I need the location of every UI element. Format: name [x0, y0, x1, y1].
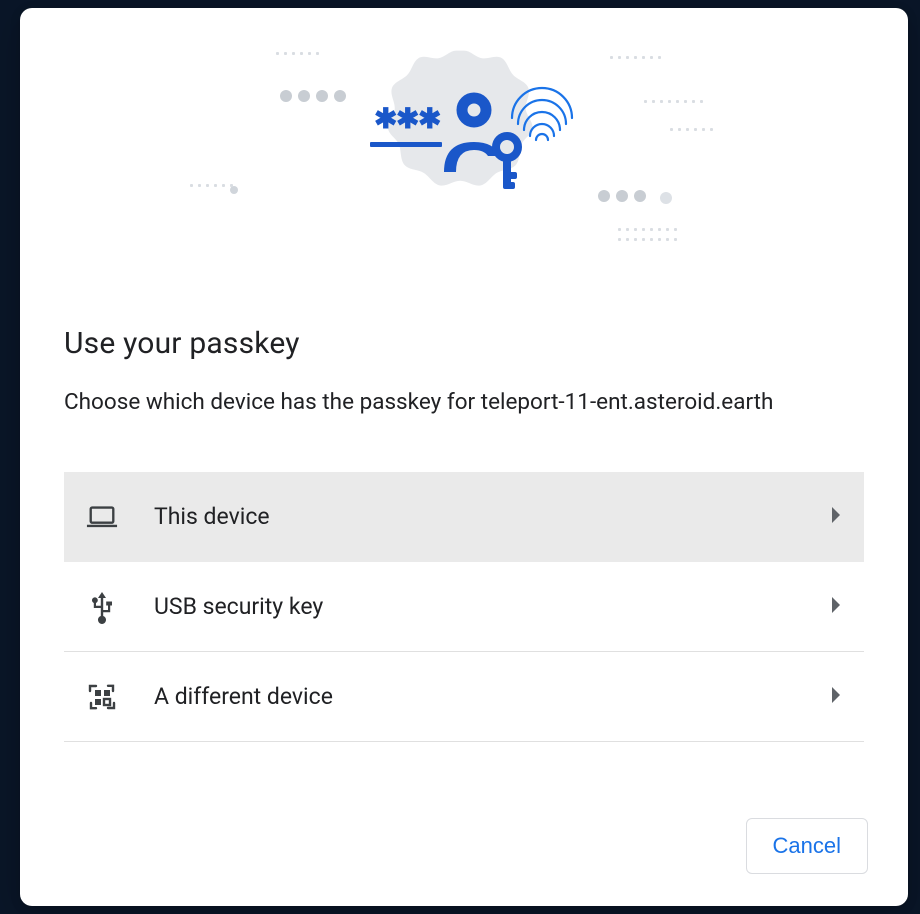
decorative-dashes — [190, 184, 233, 187]
svg-text:✱: ✱ — [374, 103, 397, 134]
decorative-dashes — [670, 128, 713, 131]
dialog-title: Use your passkey — [64, 326, 864, 361]
svg-text:✱: ✱ — [418, 103, 441, 134]
usb-icon — [86, 591, 118, 623]
decorative-dashes — [276, 52, 319, 55]
svg-text:✱: ✱ — [396, 103, 419, 134]
option-label: This device — [154, 503, 794, 530]
dialog-content: Use your passkey Choose which device has… — [20, 268, 908, 790]
laptop-icon — [86, 501, 118, 533]
decorative-dots — [230, 186, 238, 194]
dialog-footer: Cancel — [20, 790, 908, 906]
decorative-dashes — [618, 228, 677, 231]
chevron-right-icon — [830, 506, 842, 528]
passkey-icon: ✱ ✱ ✱ — [344, 58, 584, 218]
decorative-dashes — [644, 100, 703, 103]
device-option-list: This device USB security key — [64, 472, 864, 742]
option-usb-key[interactable]: USB security key — [64, 562, 864, 652]
chevron-right-icon — [830, 596, 842, 618]
decorative-dashes — [610, 56, 661, 59]
dialog-subtitle: Choose which device has the passkey for … — [64, 383, 824, 422]
option-label: USB security key — [154, 593, 794, 620]
passkey-dialog: ✱ ✱ ✱ — [20, 8, 908, 906]
option-this-device[interactable]: This device — [64, 472, 864, 562]
decorative-dots — [598, 190, 646, 202]
qr-icon — [86, 681, 118, 713]
hero-illustration: ✱ ✱ ✱ — [20, 8, 908, 268]
decorative-dashes — [618, 238, 677, 241]
option-label: A different device — [154, 683, 794, 710]
option-different-device[interactable]: A different device — [64, 652, 864, 742]
decorative-dots — [280, 90, 346, 102]
chevron-right-icon — [830, 686, 842, 708]
decorative-dots — [660, 192, 672, 204]
cancel-button[interactable]: Cancel — [746, 818, 868, 874]
